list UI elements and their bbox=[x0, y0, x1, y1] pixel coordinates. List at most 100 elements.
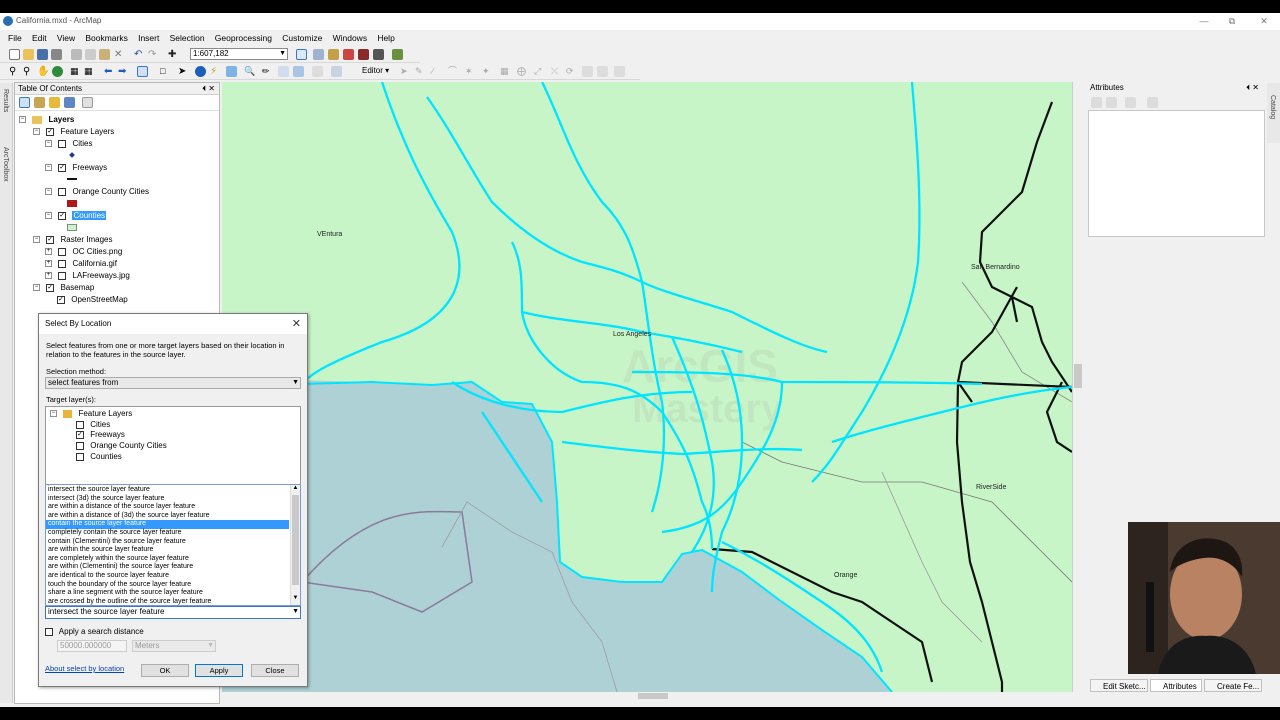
sketch-properties-icon[interactable] bbox=[597, 66, 608, 77]
catalog-tab[interactable]: Catalog bbox=[1269, 95, 1276, 119]
tab-edit-sketch[interactable]: Edit Sketc... bbox=[1090, 679, 1148, 692]
cut-icon[interactable] bbox=[71, 49, 82, 60]
expand-icon[interactable]: + bbox=[45, 248, 52, 256]
toc-row-counties[interactable]: − ✓ Counties bbox=[45, 210, 107, 222]
collapse-icon[interactable]: − bbox=[45, 164, 52, 172]
toc-options-icon[interactable] bbox=[82, 97, 93, 108]
tab-attributes[interactable]: Attributes bbox=[1150, 679, 1202, 692]
new-document-icon[interactable] bbox=[9, 49, 20, 60]
checkbox-checked-icon[interactable]: ✓ bbox=[58, 163, 67, 172]
distance-unit-select[interactable]: Meters ▼ bbox=[132, 640, 216, 652]
hyperlink-icon[interactable]: ⚡ bbox=[210, 66, 221, 77]
clear-selection-icon[interactable]: □ bbox=[160, 66, 171, 77]
zoom-in-icon[interactable]: ⚲ bbox=[9, 66, 20, 77]
toc-row-raster-images[interactable]: − ✓ Raster Images bbox=[33, 234, 113, 246]
tab-create-features[interactable]: Create Fe... bbox=[1204, 679, 1262, 692]
checkbox-checked-icon[interactable]: ✓ bbox=[46, 235, 55, 244]
checkbox-unchecked-icon[interactable] bbox=[76, 441, 84, 450]
list-by-selection-icon[interactable] bbox=[64, 97, 75, 108]
spatial-method-option[interactable]: are completely within the source layer f… bbox=[46, 555, 289, 564]
create-features-icon[interactable] bbox=[614, 66, 625, 77]
list-layers-icon[interactable] bbox=[1106, 97, 1117, 108]
editor-menu[interactable]: Editor ▾ bbox=[362, 66, 389, 75]
go-to-xy-icon[interactable] bbox=[293, 66, 304, 77]
dialog-close-icon[interactable]: ✕ bbox=[292, 317, 301, 330]
menu-insert[interactable]: Insert bbox=[138, 31, 159, 45]
collapse-icon[interactable]: − bbox=[45, 188, 52, 196]
checkbox-checked-icon[interactable]: ✓ bbox=[46, 283, 55, 292]
fixed-zoom-in-icon[interactable]: ▦ bbox=[70, 66, 81, 77]
point-icon[interactable]: ✦ bbox=[482, 66, 493, 77]
checkbox-checked-icon[interactable]: ✓ bbox=[58, 211, 67, 220]
close-window-button[interactable]: ✕ bbox=[1252, 14, 1276, 28]
menu-customize[interactable]: Customize bbox=[282, 31, 322, 45]
toc-row-freeways[interactable]: − ✓ Freeways bbox=[45, 162, 107, 174]
python-window-icon[interactable] bbox=[373, 49, 384, 60]
edit-vertices-icon[interactable]: ▦ bbox=[500, 66, 511, 77]
expand-icon[interactable]: + bbox=[45, 260, 52, 268]
open-folder-icon[interactable] bbox=[23, 49, 34, 60]
copy-icon[interactable] bbox=[85, 49, 96, 60]
print-icon[interactable] bbox=[51, 49, 62, 60]
redo-icon[interactable]: ↷ bbox=[148, 49, 159, 60]
spatial-method-option[interactable]: are within (Clementini) the source layer… bbox=[46, 563, 289, 572]
expand-icon[interactable]: + bbox=[45, 272, 52, 280]
map-scale-combo[interactable]: 1:607,182 ▼ bbox=[190, 48, 288, 60]
search-distance-input[interactable]: 50000.000000 bbox=[57, 640, 127, 652]
checkbox-unchecked-icon[interactable] bbox=[58, 271, 67, 280]
list-features-icon[interactable] bbox=[1091, 97, 1102, 108]
list-by-visibility-icon[interactable] bbox=[49, 97, 60, 108]
checkbox-checked-icon[interactable]: ✓ bbox=[46, 127, 55, 136]
collapse-icon[interactable]: − bbox=[33, 128, 40, 136]
dropdown-scrollbar[interactable]: ▲ ▼ bbox=[290, 485, 300, 605]
checkbox-unchecked-icon[interactable] bbox=[58, 139, 67, 148]
about-select-by-location-link[interactable]: About select by location bbox=[45, 664, 124, 673]
split-icon[interactable]: ⤫ bbox=[551, 66, 562, 77]
toc-row-layers[interactable]: − Layers bbox=[19, 114, 74, 126]
sort-icon[interactable] bbox=[1125, 97, 1136, 108]
fixed-zoom-out-icon[interactable]: ▦ bbox=[84, 66, 95, 77]
toc-row-openstreetmap[interactable]: ✓ OpenStreetMap bbox=[57, 294, 128, 306]
menu-bookmarks[interactable]: Bookmarks bbox=[85, 31, 128, 45]
map-horizontal-scrollbar[interactable] bbox=[222, 692, 1072, 700]
close-button[interactable]: Close bbox=[251, 664, 299, 677]
checkbox-unchecked-icon[interactable] bbox=[45, 627, 53, 636]
arctoolbox-icon[interactable] bbox=[358, 49, 369, 60]
restore-button[interactable]: ⧉ bbox=[1220, 14, 1244, 28]
html-popup-icon[interactable] bbox=[226, 66, 237, 77]
ok-button[interactable]: OK bbox=[141, 664, 189, 677]
map-view[interactable]: ArcGIS Mastery VEntura Los Angeles San B… bbox=[222, 82, 1072, 692]
scroll-up-icon[interactable]: ▲ bbox=[291, 485, 300, 491]
measure-icon[interactable]: ✏ bbox=[262, 66, 273, 77]
model-builder-icon[interactable] bbox=[392, 49, 403, 60]
toc-row-basemap[interactable]: − ✓ Basemap bbox=[33, 282, 94, 294]
collapse-icon[interactable]: − bbox=[33, 284, 40, 292]
checkbox-unchecked-icon[interactable] bbox=[58, 247, 67, 256]
trace-icon[interactable]: ✶ bbox=[465, 66, 476, 77]
spatial-method-option[interactable]: are within the source layer feature bbox=[46, 546, 289, 555]
paste-icon[interactable] bbox=[99, 49, 110, 60]
edit-annotation-icon[interactable]: ✎ bbox=[415, 66, 426, 77]
spatial-method-option[interactable]: are within a distance of (3d) the source… bbox=[46, 512, 289, 521]
collapse-icon[interactable]: − bbox=[50, 410, 57, 418]
target-layers-list[interactable]: − Feature Layers Cities ✓ Freeways Orang… bbox=[45, 406, 301, 486]
menu-geoprocessing[interactable]: Geoprocessing bbox=[215, 31, 272, 45]
spatial-method-select[interactable]: intersect the source layer feature ▼ bbox=[45, 606, 301, 619]
scrollbar-thumb[interactable] bbox=[292, 495, 299, 585]
edit-tool-icon[interactable]: ➤ bbox=[400, 66, 411, 77]
target-layer-row[interactable]: Counties bbox=[76, 451, 122, 463]
find-icon[interactable]: 🔍 bbox=[244, 66, 255, 77]
menu-edit[interactable]: Edit bbox=[32, 31, 47, 45]
collapse-icon[interactable]: − bbox=[45, 212, 52, 220]
delete-icon[interactable]: ✕ bbox=[114, 49, 125, 60]
map-vertical-scrollbar[interactable] bbox=[1072, 82, 1082, 692]
toc-row-feature-layers[interactable]: − ✓ Feature Layers bbox=[33, 126, 114, 138]
list-by-drawing-order-icon[interactable] bbox=[19, 97, 30, 108]
collapse-icon[interactable]: − bbox=[45, 140, 52, 148]
spatial-method-option[interactable]: completely contain the source layer feat… bbox=[46, 529, 289, 538]
cut-polygons-icon[interactable]: ⤢ bbox=[534, 66, 545, 77]
toc-row-cities[interactable]: − Cities bbox=[45, 138, 92, 150]
spatial-method-option[interactable]: intersect the source layer feature bbox=[46, 486, 289, 495]
zoom-out-icon[interactable]: ⚲ bbox=[23, 66, 34, 77]
editor-toolbar-icon[interactable] bbox=[296, 49, 307, 60]
